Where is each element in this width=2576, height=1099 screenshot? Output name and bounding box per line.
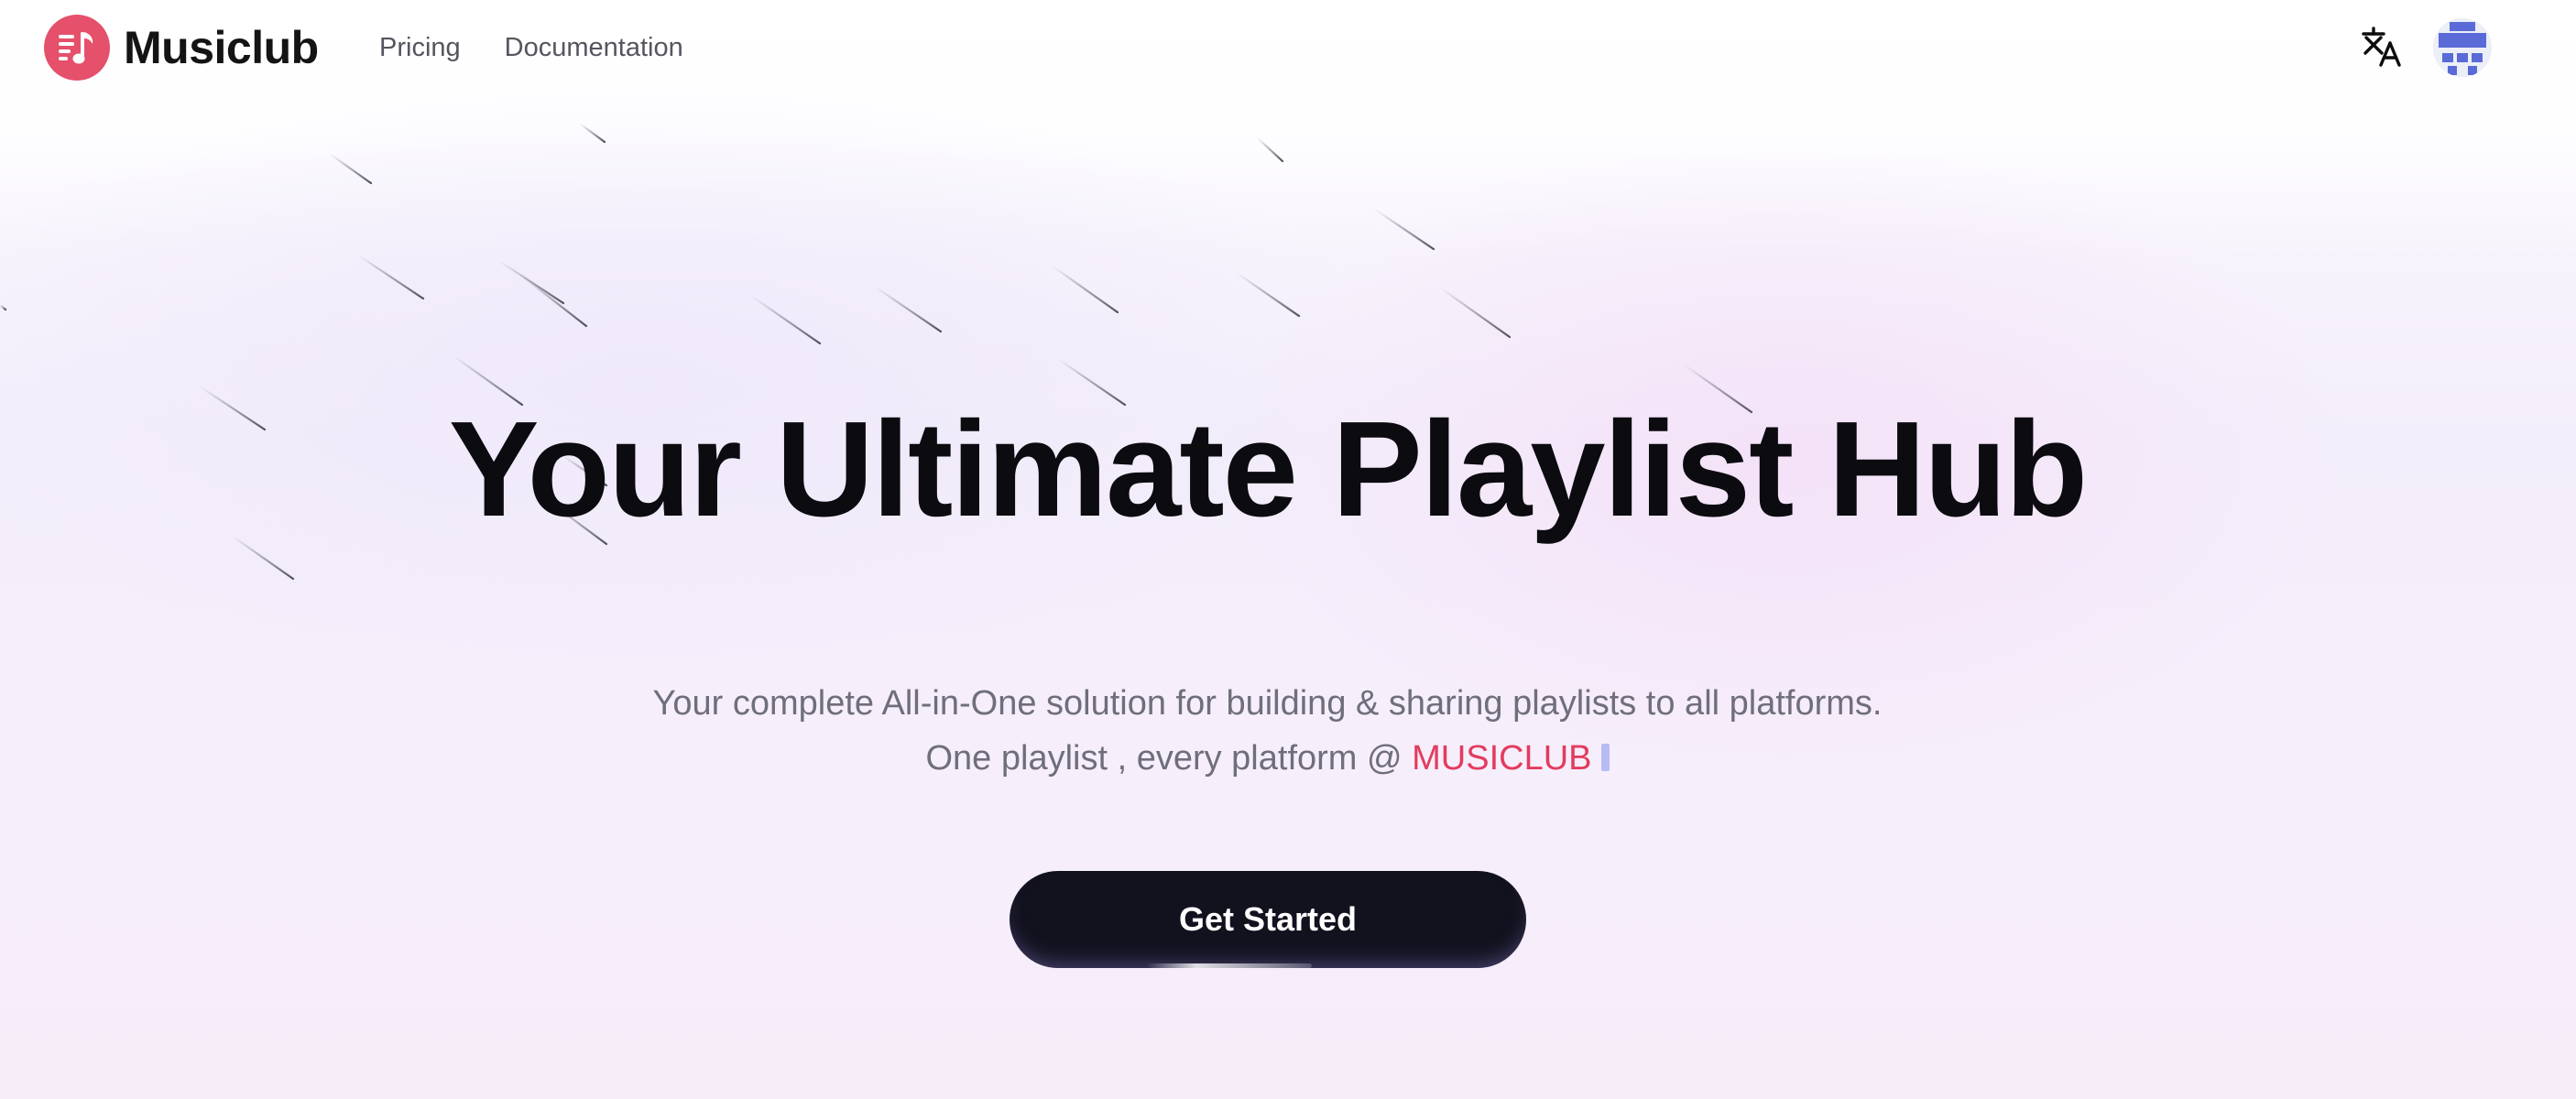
hero-title: Your Ultimate Playlist Hub: [448, 394, 2088, 545]
language-switch-button[interactable]: [2356, 20, 2407, 73]
brand-name: Musiclub: [124, 22, 319, 73]
hero-subtitle: Your complete All-in-One solution for bu…: [0, 676, 2535, 786]
typing-cursor: [1600, 744, 1610, 771]
top-navigation-bar: Musiclub Pricing Documentation: [0, 0, 2576, 95]
hero-subtitle-line-1: Your complete All-in-One solution for bu…: [652, 684, 1883, 723]
nav-link-documentation[interactable]: Documentation: [505, 26, 683, 70]
get-started-button[interactable]: Get Started: [1010, 871, 1526, 968]
get-started-label: Get Started: [1178, 900, 1358, 938]
hero-subtitle-line-2: One playlist , every platform @ MUSICLUB: [0, 731, 2535, 786]
nav-link-pricing[interactable]: Pricing: [379, 26, 461, 70]
button-glint: [1147, 963, 1312, 968]
tagline-text: One playlist , every platform @: [925, 739, 1413, 778]
brand-accent-text: MUSICLUB: [1412, 739, 1592, 778]
main-nav: Pricing Documentation: [379, 26, 683, 70]
avatar-pattern-icon: [2433, 18, 2492, 77]
translate-icon: [2362, 27, 2401, 67]
music-note-list-icon: [44, 15, 110, 81]
brand-home-link[interactable]: Musiclub: [44, 14, 319, 82]
user-avatar[interactable]: [2433, 18, 2492, 77]
